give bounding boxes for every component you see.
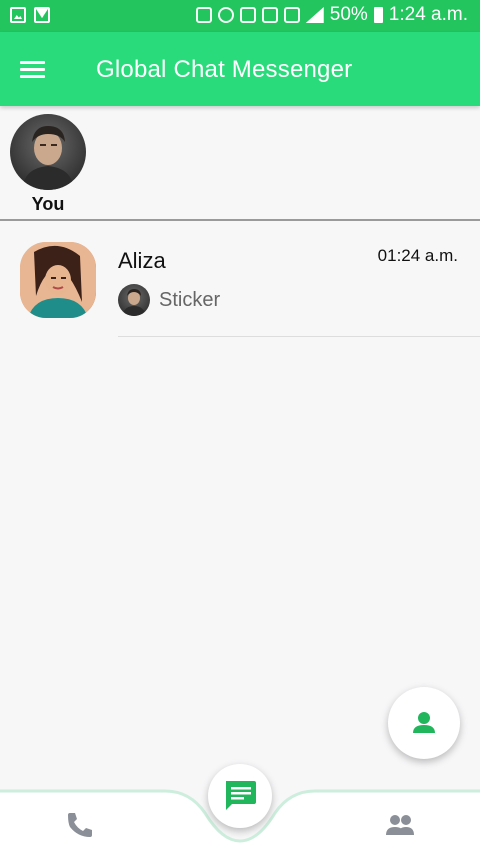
signal-box-icon [283, 7, 300, 23]
sender-avatar [118, 284, 150, 316]
chat-list-item[interactable]: Aliza 01:24 a.m. Sticker [0, 234, 480, 338]
avatar [20, 242, 96, 318]
status-notifications [10, 7, 50, 23]
mute-icon [195, 7, 212, 23]
battery-percent: 50% [329, 4, 368, 25]
contact-photo-icon [20, 242, 96, 318]
sender-photo-icon [122, 289, 146, 316]
person-icon [413, 712, 435, 733]
status-time: 1:24 a.m. [388, 4, 468, 25]
phone-icon [68, 813, 92, 837]
chat-divider [118, 336, 480, 337]
stories-divider [0, 219, 480, 221]
story-label: You [31, 194, 65, 214]
image-notification-icon [10, 7, 26, 23]
app-title: Global Chat Messenger [96, 56, 353, 83]
battery-icon [373, 7, 383, 23]
chat-icon [226, 781, 256, 810]
tab-calls[interactable] [60, 805, 100, 845]
mail-notification-icon [34, 7, 50, 23]
alarm-icon [217, 7, 234, 23]
tab-contacts[interactable] [380, 805, 420, 845]
app-bar: Global Chat Messenger [0, 32, 480, 106]
profile-photo-icon [22, 126, 74, 190]
contact-name: Aliza [118, 248, 166, 273]
signal-icon [305, 7, 324, 23]
tab-chats[interactable] [208, 764, 272, 828]
status-indicators: 50% 1:24 a.m. [195, 4, 468, 26]
new-contact-button[interactable] [388, 687, 460, 759]
message-time: 01:24 a.m. [377, 246, 458, 265]
group-icon [386, 815, 414, 835]
last-message: Sticker [159, 289, 221, 311]
wifi-icon [239, 7, 256, 23]
status-bar: 50% 1:24 a.m. [0, 0, 480, 32]
sim-icon [261, 7, 278, 23]
menu-icon[interactable] [20, 61, 45, 78]
avatar [10, 114, 86, 190]
story-you[interactable]: You [10, 114, 86, 215]
